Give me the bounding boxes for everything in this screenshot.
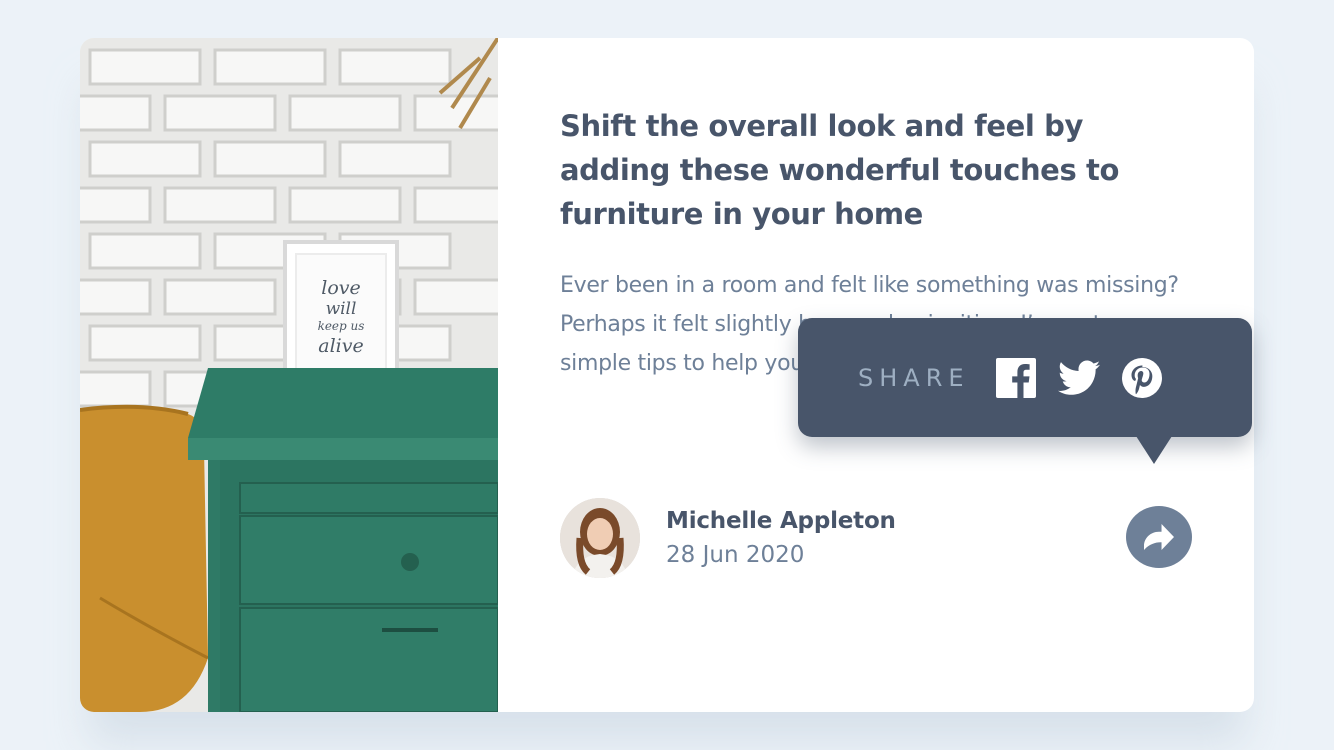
article-headline: Shift the overall look and feel by addin… xyxy=(560,109,1119,231)
author-text: Michelle Appleton 28 Jun 2020 xyxy=(666,508,896,568)
facebook-icon[interactable] xyxy=(995,357,1036,398)
social-links xyxy=(995,357,1184,398)
avatar xyxy=(560,498,640,578)
svg-text:keep us: keep us xyxy=(318,319,365,333)
post-date: 28 Jun 2020 xyxy=(666,542,805,568)
twitter-icon[interactable] xyxy=(1057,360,1100,396)
svg-text:alive: alive xyxy=(318,335,363,357)
article-card: love will keep us alive Shift the overal… xyxy=(80,38,1254,712)
share-arrow-icon xyxy=(1144,524,1174,550)
author-name: Michelle Appleton xyxy=(666,508,896,534)
share-button[interactable] xyxy=(1126,506,1192,568)
share-tooltip: SHARE xyxy=(798,318,1252,464)
pinterest-icon[interactable] xyxy=(1121,357,1162,398)
article-image: love will keep us alive xyxy=(80,38,498,712)
author-info: Michelle Appleton 28 Jun 2020 xyxy=(560,498,896,578)
svg-text:will: will xyxy=(326,299,357,319)
svg-text:love: love xyxy=(321,277,361,299)
share-label: SHARE xyxy=(858,363,970,392)
